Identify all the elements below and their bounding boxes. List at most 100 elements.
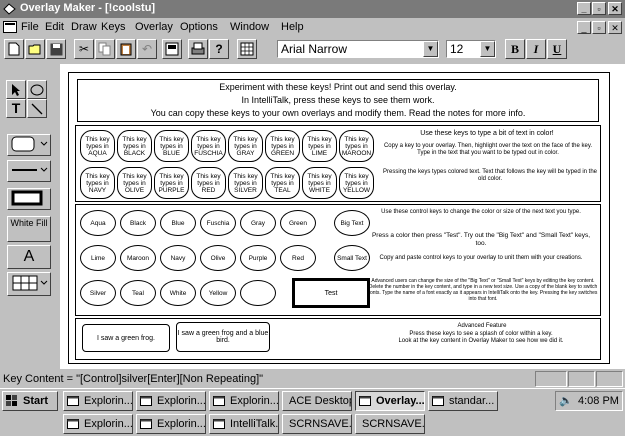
color-key[interactable]: This key types in GREEN — [265, 130, 300, 162]
start-button[interactable]: Start — [2, 391, 58, 411]
control-key[interactable]: Fuschia — [200, 210, 236, 236]
taskbar-button[interactable]: IntelliTalk... — [209, 414, 279, 434]
color-key[interactable]: This key types in LIME — [302, 130, 337, 162]
chevron-down-icon[interactable]: ▼ — [480, 41, 495, 57]
title-bar: Overlay Maker - [!coolstu] _ ▫ ✕ — [0, 0, 625, 18]
doc-close-button[interactable]: ✕ — [608, 21, 622, 34]
select-tool[interactable] — [6, 80, 26, 99]
color-key[interactable]: This key types in BLACK — [117, 130, 152, 162]
taskbar-button[interactable]: SCRNSAVE... — [355, 414, 425, 434]
control-key[interactable]: Blue — [160, 210, 196, 236]
overlay-view-button[interactable] — [162, 39, 182, 59]
status-bar: Key Content = "[Control]silver[Enter][No… — [0, 370, 625, 388]
table-grid-button[interactable] — [7, 272, 51, 296]
save-button[interactable] — [46, 39, 66, 59]
control-key[interactable]: Gray — [240, 210, 276, 236]
chevron-down-icon[interactable]: ▼ — [423, 41, 438, 57]
color-key[interactable]: This key types in WHITE — [302, 167, 337, 199]
color-key[interactable]: This key types in GRAY — [228, 130, 263, 162]
control-key[interactable]: Navy — [160, 245, 196, 271]
color-note-3: Pressing the keys types colored text. Te… — [383, 169, 597, 182]
shape-style-button[interactable] — [7, 134, 51, 156]
help-button[interactable]: ? — [209, 39, 229, 59]
fill-color-button[interactable]: White Fill — [7, 216, 51, 242]
color-key[interactable]: This key types in MAROON — [339, 130, 374, 162]
ellipse-tool[interactable] — [27, 80, 47, 99]
color-key[interactable]: This key types in BLUE — [154, 130, 189, 162]
color-key[interactable]: This key types in AQUA — [80, 130, 115, 162]
copy-button[interactable] — [95, 39, 115, 59]
taskbar-button[interactable]: Explorin... — [63, 414, 133, 434]
control-key[interactable]: Olive — [200, 245, 236, 271]
document-icon[interactable] — [3, 21, 17, 33]
taskbar-button[interactable]: ACE Desktop — [282, 391, 352, 411]
control-key[interactable]: Maroon — [120, 245, 156, 271]
test-area-key[interactable]: Test — [292, 278, 370, 308]
undo-button[interactable]: ↶ — [137, 39, 157, 59]
line-width-button[interactable] — [7, 160, 51, 182]
taskbar-button[interactable]: Explorin... — [136, 391, 206, 411]
text-style-button[interactable]: A — [7, 245, 51, 269]
font-name-combo[interactable]: Arial Narrow ▼ — [277, 40, 439, 58]
speaker-icon[interactable]: 🔈 — [559, 394, 573, 407]
control-key[interactable]: White — [160, 280, 196, 306]
border-style-button[interactable] — [7, 188, 51, 210]
menu-overlay[interactable]: Overlay — [135, 21, 173, 33]
control-key[interactable]: Small Text — [334, 245, 370, 271]
taskbar-button[interactable]: Explorin... — [63, 391, 133, 411]
text-t-icon: T — [11, 100, 21, 116]
doc-minimize-button[interactable]: _ — [577, 21, 591, 34]
paste-button[interactable] — [116, 39, 136, 59]
advanced-key-1[interactable]: I saw a green frog. — [82, 324, 170, 352]
doc-restore-button[interactable]: ▫ — [592, 21, 606, 34]
line-tool[interactable] — [27, 99, 47, 118]
taskbar-button[interactable]: Explorin... — [136, 414, 206, 434]
bold-button[interactable]: B — [505, 39, 525, 59]
menu-window[interactable]: Window — [230, 21, 269, 33]
color-key[interactable]: This key types in RED — [191, 167, 226, 199]
instructions-box[interactable]: Experiment with these keys! Print out an… — [77, 79, 599, 122]
taskbar-button[interactable]: Overlay... — [355, 391, 425, 411]
color-key[interactable]: This key types in SILVER — [228, 167, 263, 199]
color-key[interactable]: This key types in YELLOW — [339, 167, 374, 199]
control-key[interactable]: Big Text — [334, 210, 370, 236]
color-key[interactable]: This key types in FUSCHIA — [191, 130, 226, 162]
control-key[interactable]: Yellow — [200, 280, 236, 306]
control-key[interactable]: Aqua — [80, 210, 116, 236]
control-key[interactable]: Red — [280, 245, 316, 271]
control-key[interactable]: Lime — [80, 245, 116, 271]
menu-edit[interactable]: Edit — [45, 21, 64, 33]
font-size-combo[interactable]: 12 ▼ — [446, 40, 496, 58]
taskbar-button[interactable]: standar... — [428, 391, 498, 411]
menu-keys[interactable]: Keys — [101, 21, 125, 33]
open-button[interactable] — [25, 39, 45, 59]
control-key[interactable]: Black — [120, 210, 156, 236]
maximize-button[interactable]: ▫ — [592, 2, 606, 15]
close-button[interactable]: ✕ — [608, 2, 622, 15]
menu-file[interactable]: File — [21, 21, 39, 33]
minimize-button[interactable]: _ — [577, 2, 591, 15]
print-button[interactable] — [188, 39, 208, 59]
menu-draw[interactable]: Draw — [71, 21, 97, 33]
taskbar-button[interactable]: Explorin... — [209, 391, 279, 411]
underline-button[interactable]: U — [547, 39, 567, 59]
color-key[interactable]: This key types in PURPLE — [154, 167, 189, 199]
menu-options[interactable]: Options — [180, 21, 218, 33]
taskbar-button[interactable]: SCRNSAVE... — [282, 414, 352, 434]
control-key[interactable]: Purple — [240, 245, 276, 271]
color-key[interactable]: This key types in NAVY — [80, 167, 115, 199]
cut-button[interactable]: ✂ — [74, 39, 94, 59]
overlay-workspace[interactable]: Experiment with these keys! Print out an… — [60, 64, 625, 369]
new-button[interactable] — [4, 39, 24, 59]
grid-button[interactable] — [237, 39, 257, 59]
italic-button[interactable]: I — [526, 39, 546, 59]
text-tool[interactable]: T — [6, 99, 26, 118]
control-key[interactable]: Teal — [120, 280, 156, 306]
menu-help[interactable]: Help — [281, 21, 304, 33]
control-key[interactable]: Green — [280, 210, 316, 236]
color-key[interactable]: This key types in OLIVE — [117, 167, 152, 199]
advanced-key-2[interactable]: I saw a green frog and a blue bird. — [176, 322, 270, 352]
control-key[interactable]: Silver — [80, 280, 116, 306]
blank-control-key[interactable] — [240, 280, 276, 306]
color-key[interactable]: This key types in TEAL — [265, 167, 300, 199]
